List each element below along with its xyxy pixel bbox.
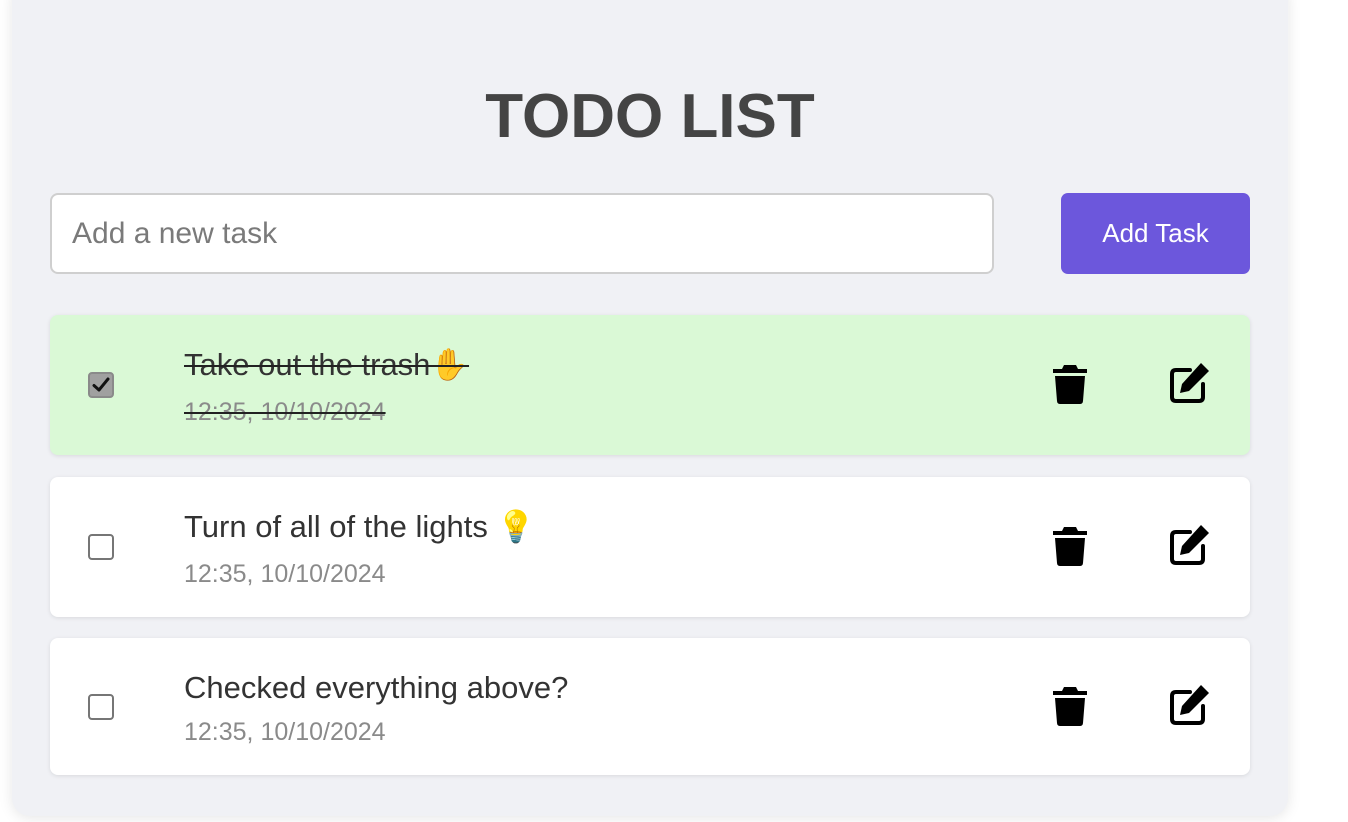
task-timestamp: 12:35, 10/10/2024 [184,398,386,426]
task-text: Take out the trash✋ [184,347,470,382]
edit-icon [1170,685,1209,725]
task-text: Checked everything above? [184,670,569,705]
delete-task-button[interactable] [1048,523,1092,567]
page-title: TODO LIST [485,82,815,151]
edit-icon [1170,525,1209,565]
task-text: Turn of all of the lights 💡 [184,509,536,544]
new-task-input[interactable] [50,193,994,274]
task-item: Take out the trash✋ 12:35, 10/10/2024 [50,315,1250,455]
task-timestamp: 12:35, 10/10/2024 [184,718,386,746]
delete-task-button[interactable] [1048,683,1092,727]
task-checkbox[interactable] [88,372,114,398]
task-item: Turn of all of the lights 💡 12:35, 10/10… [50,477,1250,617]
edit-task-button[interactable] [1168,523,1212,567]
edit-icon [1170,363,1209,403]
trash-icon [1053,527,1087,566]
task-checkbox[interactable] [88,694,114,720]
edit-task-button[interactable] [1168,361,1212,405]
add-task-button[interactable]: Add Task [1061,193,1250,274]
task-item: Checked everything above? 12:35, 10/10/2… [50,638,1250,775]
delete-task-button[interactable] [1048,361,1092,405]
task-checkbox[interactable] [88,534,114,560]
edit-task-button[interactable] [1168,683,1212,727]
trash-icon [1053,687,1087,726]
trash-icon [1053,365,1087,404]
checkmark-icon [92,377,110,392]
task-timestamp: 12:35, 10/10/2024 [184,560,386,588]
